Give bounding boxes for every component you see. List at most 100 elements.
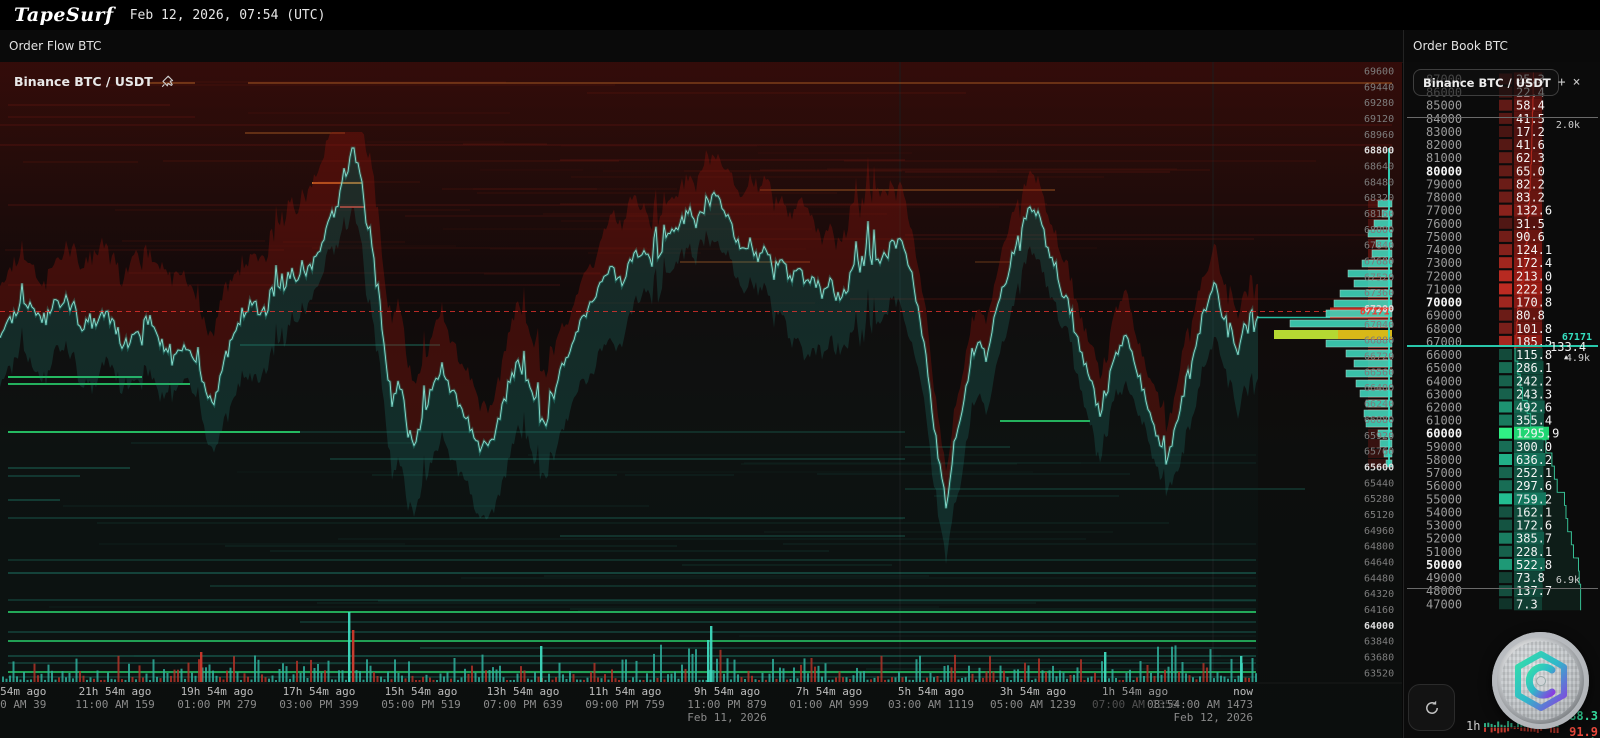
svg-text:3h 54m ago: 3h 54m ago: [1000, 685, 1066, 698]
order-book-row[interactable]: 84000 41.5: [1426, 111, 1545, 126]
svg-text:17h 54m ago: 17h 54m ago: [283, 685, 356, 698]
refresh-button[interactable]: [1408, 684, 1455, 731]
order-book-canvas[interactable]: 8700025.38600022.48500058.48400041.58300…: [1404, 62, 1600, 738]
svg-text:101.8: 101.8: [1516, 322, 1552, 336]
svg-text:228.1: 228.1: [1516, 545, 1552, 559]
order-book-row[interactable]: 62000 492.6: [1426, 400, 1552, 415]
svg-text:137.7: 137.7: [1516, 584, 1552, 598]
svg-text:66720: 66720: [1364, 352, 1394, 363]
svg-text:55000: 55000: [1426, 492, 1462, 506]
order-book-row[interactable]: 53000 172.6: [1426, 518, 1552, 533]
svg-text:19h 54m ago: 19h 54m ago: [181, 685, 254, 698]
svg-text:64000: 64000: [1364, 621, 1394, 632]
svg-text:47000: 47000: [1426, 597, 1462, 611]
order-book-row[interactable]: 56000 297.6: [1426, 479, 1552, 493]
order-book-row[interactable]: 79000 82.2: [1426, 177, 1545, 192]
svg-text:63840: 63840: [1364, 637, 1394, 648]
order-book-symbol-tab[interactable]: Binance BTC / USDT + ×: [1413, 69, 1580, 96]
tapesurf-app: TapeSurf Feb 12, 2026, 07:54 (UTC) Order…: [0, 0, 1600, 738]
svg-text:Feb 12, 2026: Feb 12, 2026: [1174, 711, 1253, 724]
order-book-row[interactable]: 85000 58.4: [1426, 98, 1545, 113]
order-book-rows[interactable]: 8700025.38600022.48500058.48400041.58300…: [1426, 72, 1559, 612]
svg-text:58000: 58000: [1426, 453, 1462, 467]
order-book-row[interactable]: 52000 385.7: [1426, 531, 1552, 546]
order-book-row[interactable]: 73000 172.4: [1426, 256, 1552, 270]
svg-text:52000: 52000: [1426, 532, 1462, 546]
order-book-row[interactable]: 78000 83.2: [1426, 190, 1545, 205]
order-book-row[interactable]: 48000 137.7: [1426, 584, 1552, 598]
svg-text:83.2: 83.2: [1516, 191, 1545, 205]
pushpin-icon[interactable]: [161, 75, 174, 88]
order-book-row[interactable]: 63000 243.3: [1426, 387, 1552, 401]
svg-text:61000: 61000: [1426, 414, 1462, 428]
svg-text:11h 54m ago: 11h 54m ago: [589, 685, 662, 698]
svg-text:286.1: 286.1: [1516, 361, 1552, 375]
svg-text:63520: 63520: [1364, 668, 1394, 679]
order-book-row[interactable]: 72000 213.0: [1426, 269, 1552, 283]
svg-text:63680: 63680: [1364, 653, 1394, 664]
order-book-row[interactable]: 54000 162.1: [1426, 505, 1552, 520]
header-datetime: Feb 12, 2026, 07:54 (UTC): [129, 7, 326, 23]
svg-text:67171: 67171: [1360, 307, 1390, 318]
svg-text:66080: 66080: [1364, 415, 1394, 426]
svg-text:73000: 73000: [1426, 256, 1462, 270]
order-book-row[interactable]: 50000 522.8: [1426, 557, 1552, 572]
order-book-row[interactable]: 64000 242.2: [1426, 374, 1552, 388]
close-tab-button[interactable]: ×: [1573, 75, 1581, 90]
svg-text:243.3: 243.3: [1516, 387, 1552, 401]
chart-symbol-label[interactable]: Binance BTC / USDT: [14, 74, 174, 89]
svg-text:133.4: 133.4: [1550, 340, 1586, 354]
svg-text:50000: 50000: [1426, 558, 1462, 572]
svg-text:85000: 85000: [1426, 99, 1462, 113]
order-book-row[interactable]: 65000 286.1: [1426, 361, 1552, 375]
order-flow-title: Order Flow BTC: [9, 39, 102, 53]
svg-text:64800: 64800: [1364, 542, 1394, 553]
svg-text:66000: 66000: [1426, 348, 1462, 362]
tapesurf-coin-logo: [1492, 632, 1589, 729]
order-book-row[interactable]: 47000 7.3: [1426, 597, 1543, 611]
order-book-row[interactable]: 60000 1295.9: [1426, 426, 1559, 441]
order-book-row[interactable]: 66000 115.8: [1426, 348, 1552, 362]
svg-text:1295.9: 1295.9: [1516, 427, 1559, 441]
order-book-row[interactable]: 51000 228.1: [1426, 544, 1552, 559]
order-book-row[interactable]: 80000 65.0: [1426, 164, 1545, 178]
order-book-row[interactable]: 58000 636.2: [1426, 453, 1552, 467]
svg-text:66880: 66880: [1364, 336, 1394, 347]
svg-text:68800: 68800: [1364, 146, 1394, 157]
svg-text:now: now: [1233, 685, 1253, 698]
order-book-row[interactable]: 71000 222.9: [1426, 282, 1552, 296]
add-symbol-button[interactable]: +: [1558, 75, 1566, 90]
svg-text:297.6: 297.6: [1516, 479, 1552, 493]
order-book-row[interactable]: 70000 170.8: [1426, 295, 1552, 310]
order-book-row[interactable]: 57000 252.1: [1426, 466, 1552, 480]
coin-face: [1501, 641, 1580, 720]
order-book-row[interactable]: 76000 31.5: [1426, 216, 1545, 231]
order-book-row[interactable]: 61000 355.4: [1426, 413, 1552, 428]
order-book-row[interactable]: 69000 80.8: [1426, 308, 1545, 323]
order-flow-chart[interactable]: 69600 69440 69280 69120 68960 68800 68640 68480…: [0, 62, 1402, 738]
svg-text:31.5: 31.5: [1516, 217, 1545, 231]
svg-text:80.8: 80.8: [1516, 309, 1545, 323]
svg-text:75000: 75000: [1426, 230, 1462, 244]
order-book-row[interactable]: 59000 300.0: [1426, 439, 1552, 454]
order-book-row[interactable]: 74000 124.1: [1426, 243, 1552, 257]
svg-text:59000: 59000: [1426, 440, 1462, 454]
order-book-row[interactable]: 81000 62.3: [1426, 151, 1545, 165]
svg-text:60000: 60000: [1426, 427, 1462, 441]
order-book-row[interactable]: 82000 41.6: [1426, 138, 1545, 152]
svg-text:522.8: 522.8: [1516, 558, 1552, 572]
svg-text:07:00 PM 639: 07:00 PM 639: [483, 698, 562, 711]
order-flow-canvas[interactable]: 69600 69440 69280 69120 68960 68800 68640 68480…: [0, 62, 1402, 738]
svg-text:68160: 68160: [1364, 209, 1394, 220]
order-book-row[interactable]: 83000 17.2: [1426, 125, 1545, 139]
order-book-row[interactable]: 49000 73.8: [1426, 571, 1545, 585]
order-book-row[interactable]: 77000 132.6: [1426, 203, 1552, 218]
svg-text:162.1: 162.1: [1516, 506, 1552, 520]
svg-text:01:00 PM 279: 01:00 PM 279: [177, 698, 256, 711]
order-flow-header: Order Flow BTC: [0, 30, 1411, 63]
order-book-row[interactable]: 68000 101.8: [1426, 321, 1552, 336]
order-book-title: Order Book BTC: [1413, 39, 1508, 53]
order-book-row[interactable]: 75000 90.6: [1426, 229, 1545, 244]
order-book-row[interactable]: 55000 759.2: [1426, 492, 1552, 506]
svg-text:01:00 AM 999: 01:00 AM 999: [789, 698, 868, 711]
